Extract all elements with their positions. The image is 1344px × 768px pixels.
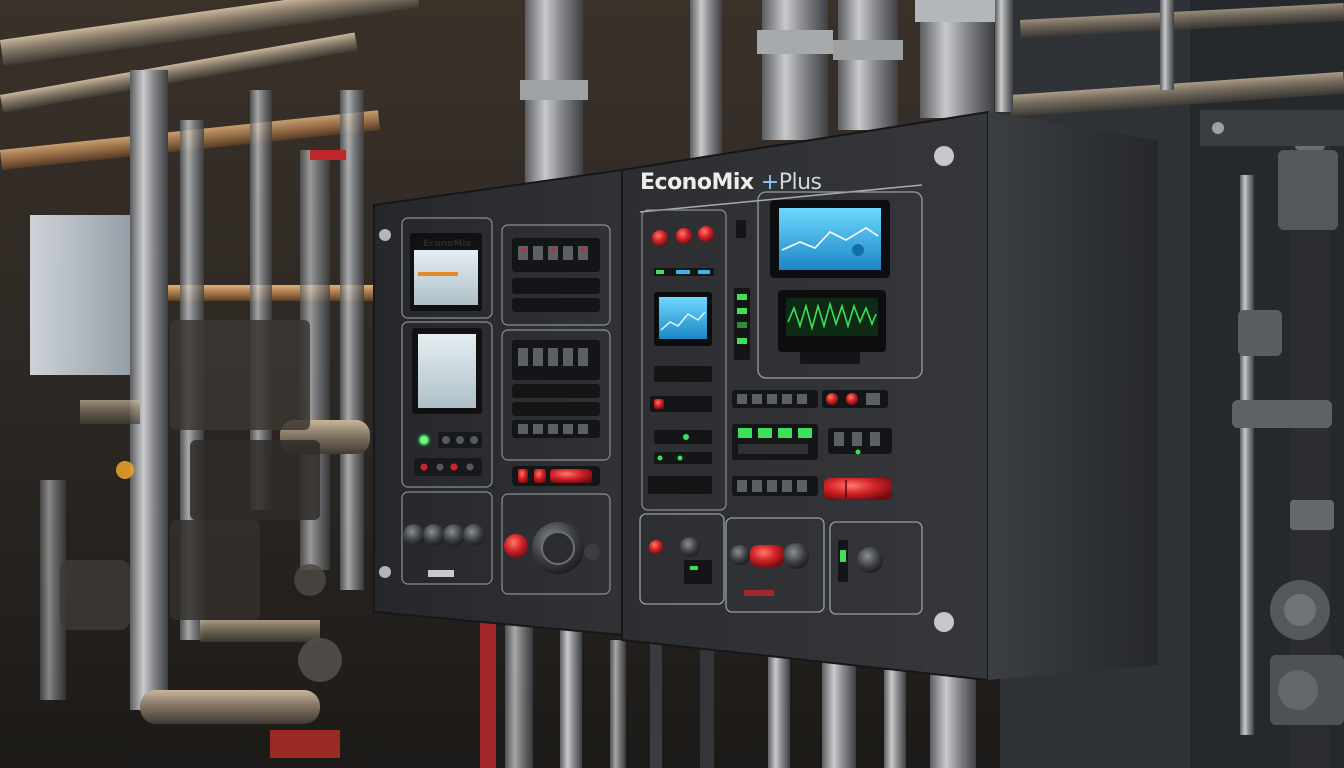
push-button-icon[interactable]	[824, 478, 892, 500]
brand-logo: EconoMix +Plus	[640, 170, 822, 195]
brand-name: EconoMix	[640, 170, 754, 195]
screw-icon	[379, 566, 391, 578]
emergency-stop-icon[interactable]	[504, 534, 528, 558]
indicator-light-icon	[738, 428, 752, 438]
screw-icon	[934, 612, 954, 632]
window-light	[30, 215, 140, 375]
screw-icon	[379, 229, 391, 241]
screw-icon	[934, 146, 954, 166]
scene-illustration	[0, 0, 1344, 768]
push-button-icon[interactable]	[750, 545, 784, 567]
push-button-icon[interactable]	[518, 469, 528, 483]
indicator-light-icon	[840, 550, 846, 562]
left-control-panel	[373, 168, 623, 637]
emergency-stop-icon[interactable]	[649, 540, 663, 554]
right-control-panel	[621, 110, 1158, 682]
push-button-icon[interactable]	[652, 230, 668, 246]
brand-suffix: Plus	[778, 170, 822, 195]
brand-mark: +	[760, 170, 779, 195]
rotary-knob-icon[interactable]	[730, 545, 750, 565]
left-screen-label: EconoMix	[423, 239, 472, 249]
rotary-knob-icon[interactable]	[857, 547, 883, 573]
industrial-control-room-photo: EconoMix +Plus EconoMix	[0, 0, 1344, 768]
